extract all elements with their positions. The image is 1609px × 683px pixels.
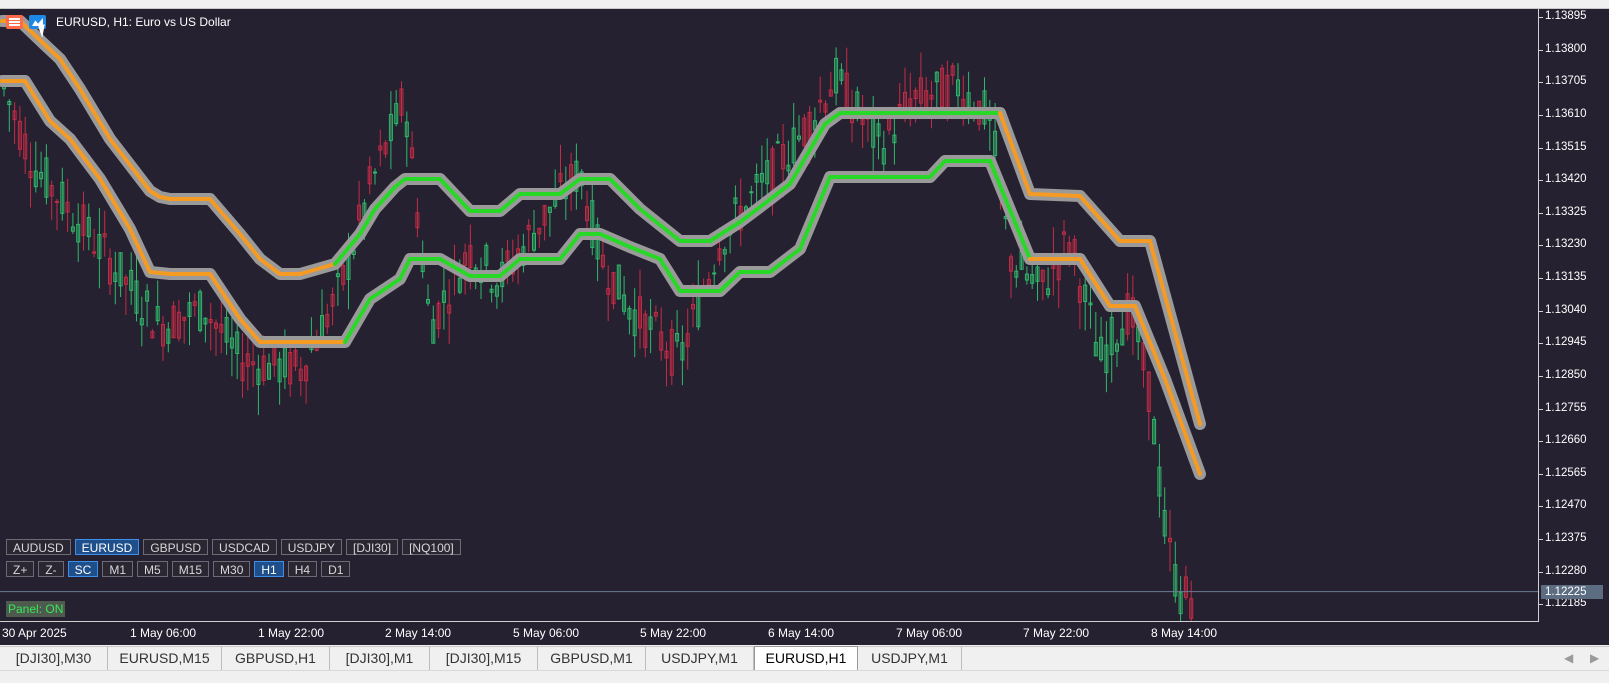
channel-lines-layer: [0, 15, 1206, 480]
lower-channel-line-segment: [208, 272, 242, 321]
chart-tab[interactable]: GBPUSD,H1: [222, 647, 330, 670]
time-axis[interactable]: 30 Apr 2025 1 May 06:00 1 May 22:00 2 May 1…: [0, 621, 1538, 645]
price-tick-label: 1.13515: [1539, 140, 1587, 153]
timeframe-button-h4[interactable]: H4: [287, 561, 318, 577]
chart-tab[interactable]: USDJPY,M1: [646, 647, 754, 670]
upper-channel-line-segment: [78, 87, 112, 141]
chart-tab[interactable]: EURUSD,H1: [754, 646, 858, 671]
price-axis[interactable]: 1.13895 1.13800 1.13705 1.13610 1.13515 1.134…: [1539, 9, 1609, 621]
price-tick-label: 1.13705: [1539, 75, 1587, 88]
time-tick-label: 5 May 22:00: [640, 626, 707, 640]
lower-channel-line-segment: [128, 227, 152, 274]
timeframe-button-sc[interactable]: SC: [67, 561, 99, 577]
symbol-button-usdcad[interactable]: USDCAD: [212, 539, 277, 555]
upper-channel-line-segment: [438, 177, 472, 213]
menu-icon[interactable]: [6, 15, 23, 29]
upper-channel-line-segment: [208, 197, 242, 236]
price-tick-label: 1.13135: [1539, 271, 1587, 284]
price-tick-label: 1.13420: [1539, 173, 1587, 186]
lower-channel-line-segment: [68, 137, 102, 181]
price-tick-label: 1.12850: [1539, 368, 1587, 381]
chart-tab[interactable]: EURUSD,M15: [108, 647, 222, 670]
candle-body: [749, 191, 754, 194]
price-tick-label: 1.12470: [1539, 499, 1587, 512]
chart-tab[interactable]: [DJI30],M1: [330, 647, 430, 670]
chart-tab[interactable]: GBPUSD,M1: [538, 647, 646, 670]
timeframe-buttons: Z+ Z- SC M1 M5 M15 M30 H1 H4 D1: [6, 561, 351, 577]
lower-channel-line-segment: [1133, 304, 1167, 381]
lower-channel-line-segment: [798, 175, 832, 251]
price-chart[interactable]: [0, 9, 1538, 621]
price-tick-label: 1.12185: [1539, 597, 1587, 610]
timeframe-button-m15[interactable]: M15: [171, 561, 210, 577]
symbol-button-audusd[interactable]: AUDUSD: [6, 539, 71, 555]
lower-channel-line-segment: [23, 79, 52, 123]
chart-tab[interactable]: [DJI30],M15: [430, 647, 538, 670]
candle-body: [55, 200, 59, 203]
chart-tab[interactable]: [DJI30],M30: [0, 647, 108, 670]
price-tick-label: 1.13325: [1539, 205, 1587, 218]
lower-channel-line-segment: [148, 270, 172, 276]
lower-channel-line-segment: [1078, 257, 1112, 308]
scroll-left-icon[interactable]: ◀: [1564, 651, 1573, 665]
timeframe-button-h1[interactable]: H1: [254, 561, 284, 577]
upper-channel-line-segment: [1028, 192, 1082, 198]
chart-tab[interactable]: USDJPY,M1: [858, 647, 962, 670]
lower-channel-line-segment: [768, 247, 802, 274]
price-tick-label: 1.12755: [1539, 401, 1587, 414]
price-tick-label: 1.13800: [1539, 42, 1587, 55]
price-tick-label: 1.12375: [1539, 532, 1587, 545]
symbol-button-eurusd[interactable]: EURUSD: [74, 539, 140, 555]
candle-body: [373, 171, 377, 174]
status-strip: [0, 670, 1609, 683]
time-tick-label: 8 May 14:00: [1151, 626, 1218, 640]
symbol-button-usdjpy[interactable]: USDJPY: [280, 539, 343, 555]
chart-tab-bar: ◀ ▶ [DJI30],M30 EURUSD,M15 GBPUSD,H1 [DJI30…: [0, 646, 1609, 671]
symbol-button-dji30[interactable]: [DJI30]: [346, 539, 399, 555]
timeframe-button-z-plus[interactable]: Z+: [6, 561, 35, 577]
timeframe-button-m1[interactable]: M1: [102, 561, 134, 577]
current-price-label: 1.12225: [1541, 584, 1603, 599]
timeframe-button-d1[interactable]: D1: [321, 561, 351, 577]
price-tick-label: 1.13895: [1539, 10, 1587, 22]
upper-channel-line-segment: [608, 177, 642, 211]
upper-channel-line-segment: [108, 137, 152, 193]
timeframe-button-z-minus[interactable]: Z-: [38, 561, 64, 577]
candle-body: [712, 272, 717, 275]
candle-body: [775, 141, 780, 144]
price-tick-label: 1.12660: [1539, 434, 1587, 447]
price-tick-label: 1.12280: [1539, 564, 1587, 577]
time-tick-label: 1 May 06:00: [130, 626, 197, 640]
time-tick-label: 2 May 14:00: [385, 626, 452, 640]
upper-channel-line-segment: [758, 182, 792, 209]
top-toolbar-edge: [0, 0, 1609, 9]
timeframe-button-m30[interactable]: M30: [213, 561, 251, 577]
price-tick-label: 1.13610: [1539, 107, 1587, 120]
lower-channel-line-outline: [0, 75, 1206, 480]
time-tick-label: 5 May 06:00: [513, 626, 580, 640]
symbol-buttons: AUDUSD EURUSD GBPUSD USDCAD USDJPY [DJI30] [NQ…: [6, 539, 461, 555]
symbol-button-gbpusd[interactable]: GBPUSD: [143, 539, 209, 555]
upper-channel-line-segment: [1078, 194, 1122, 243]
chart-window[interactable]: EURUSD, H1: Euro vs US Dollar AUDUSD EURU…: [0, 9, 1609, 645]
time-tick-label: 7 May 22:00: [1023, 626, 1090, 640]
price-tick-label: 1.12565: [1539, 466, 1587, 479]
chart-plot-area[interactable]: EURUSD, H1: Euro vs US Dollar AUDUSD EURU…: [0, 9, 1539, 622]
time-tick-label: 7 May 06:00: [896, 626, 963, 640]
price-tick-label: 1.13230: [1539, 238, 1587, 251]
panel-status-label[interactable]: Panel: ON: [6, 601, 66, 617]
upper-channel-line-segment: [638, 207, 682, 243]
symbol-button-nq100[interactable]: [NQ100]: [402, 539, 461, 555]
chart-title: EURUSD, H1: Euro vs US Dollar: [56, 15, 231, 29]
time-tick-label: 1 May 22:00: [258, 626, 325, 640]
price-tick-label: 1.13040: [1539, 303, 1587, 316]
timeframe-button-m5[interactable]: M5: [137, 561, 168, 577]
time-tick-label: 6 May 14:00: [768, 626, 835, 640]
scroll-right-icon[interactable]: ▶: [1590, 651, 1599, 665]
time-tick-label: 30 Apr 2025: [2, 626, 67, 640]
candles-layer: [2, 47, 1194, 621]
price-tick-label: 1.12945: [1539, 336, 1587, 349]
